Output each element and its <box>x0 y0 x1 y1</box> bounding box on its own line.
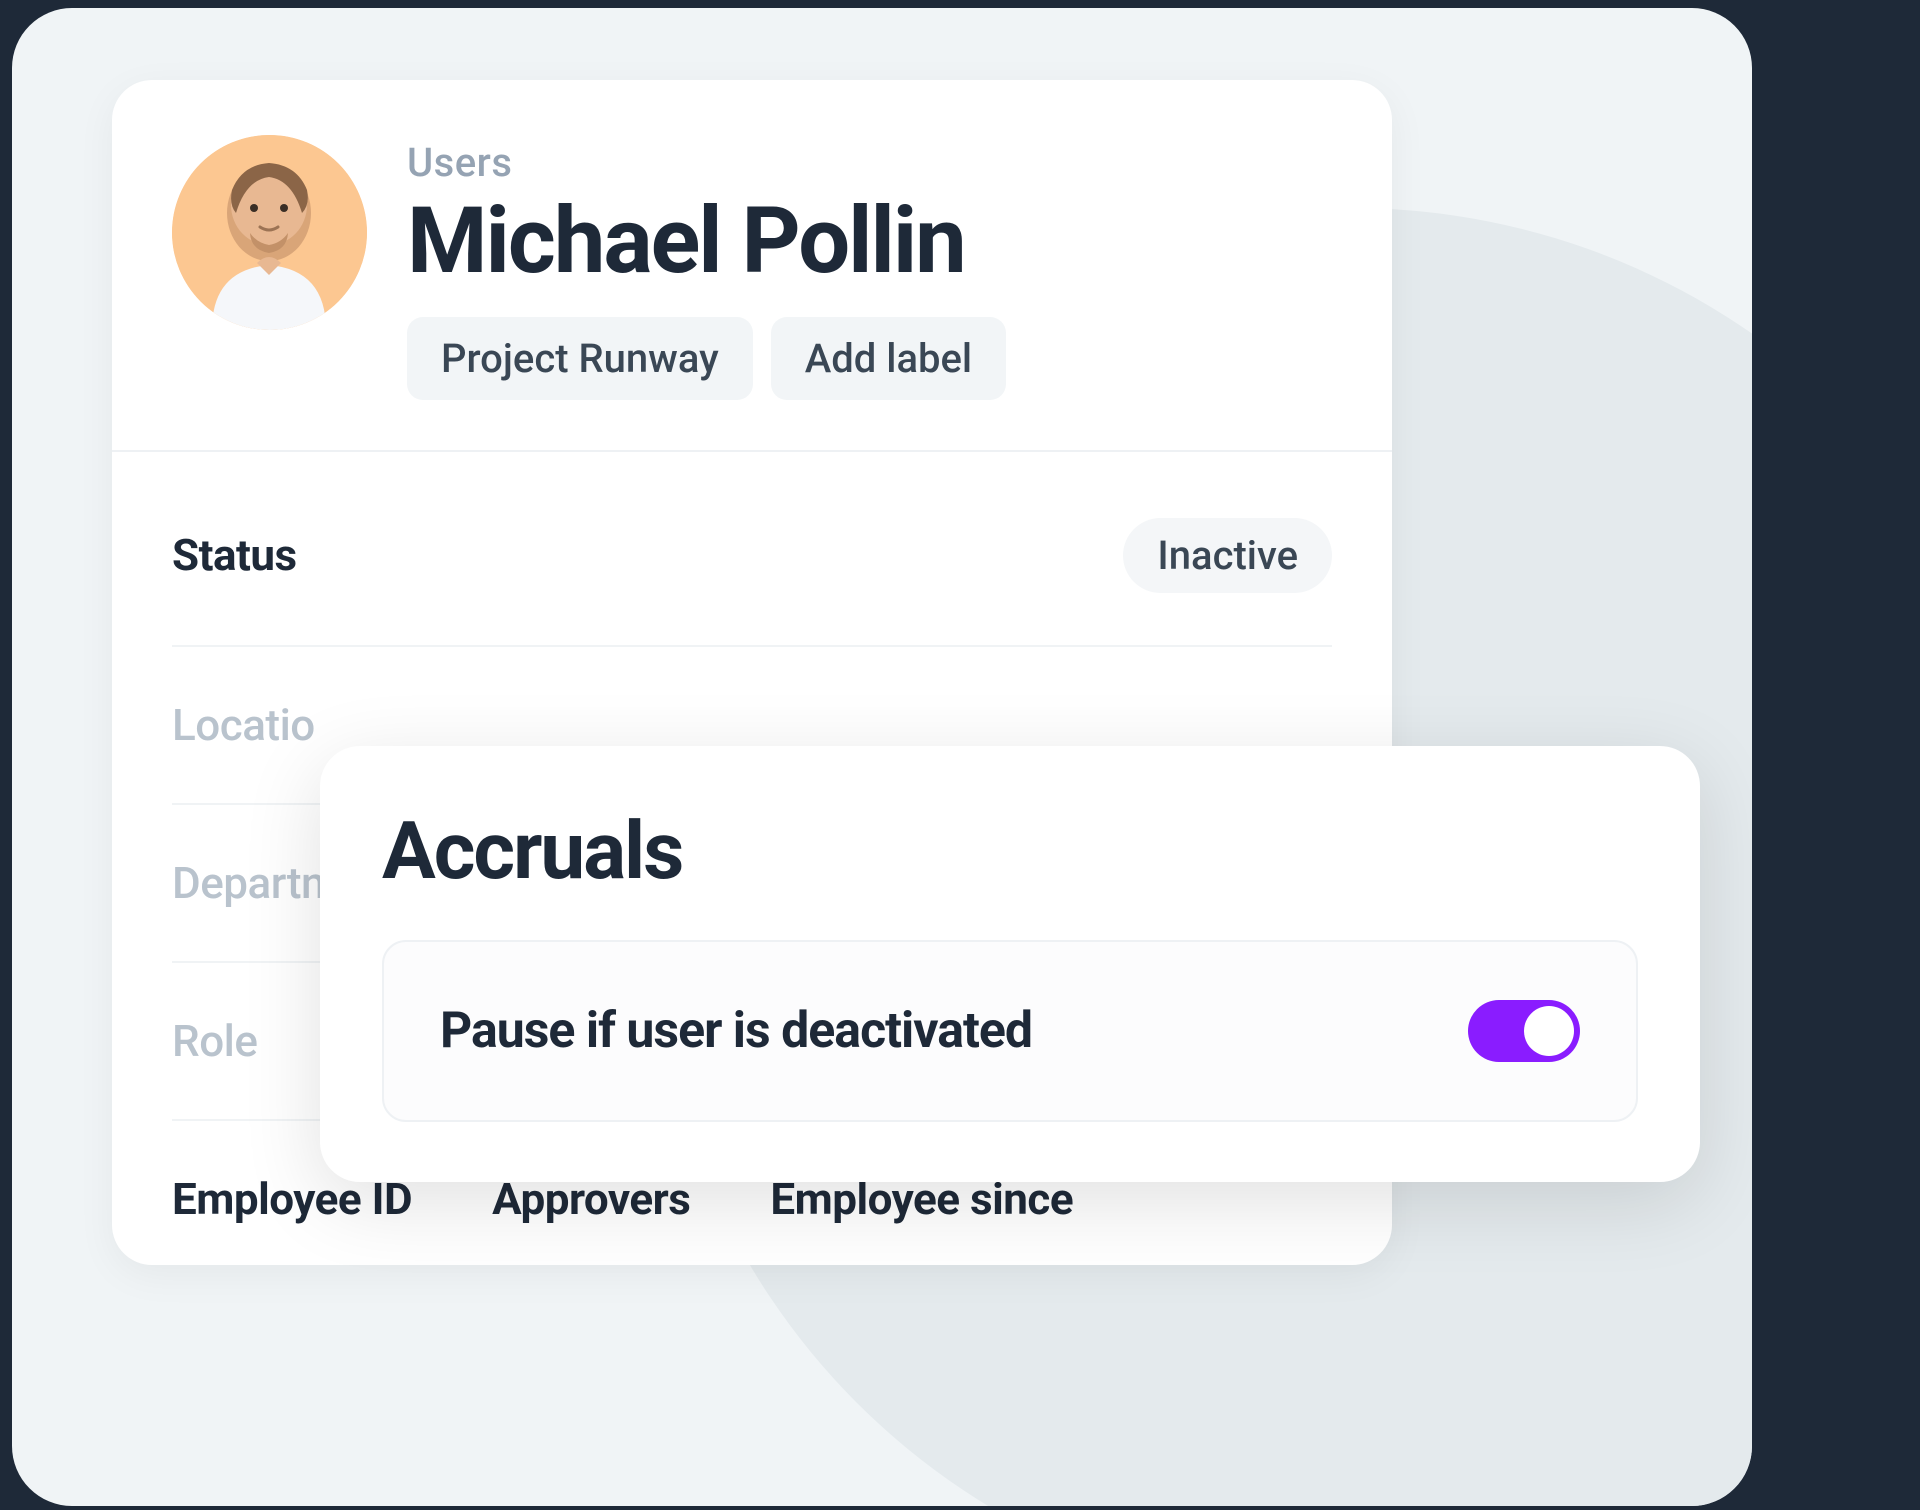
status-badge: Inactive <box>1123 518 1332 593</box>
accruals-card: Accruals Pause if user is deactivated <box>320 746 1700 1182</box>
department-label: Departn <box>172 857 325 909</box>
location-label: Locatio <box>172 699 315 751</box>
labels-row: Project Runway Add label <box>407 317 1332 400</box>
label-chip-project[interactable]: Project Runway <box>407 317 753 400</box>
outer-container: Users Michael Pollin Project Runway Add … <box>12 8 1752 1506</box>
user-header: Users Michael Pollin Project Runway Add … <box>112 80 1392 450</box>
accruals-title: Accruals <box>382 804 1638 898</box>
status-row: Status Inactive <box>172 500 1332 647</box>
pause-toggle[interactable] <box>1468 1000 1580 1062</box>
user-info-block: Users Michael Pollin Project Runway Add … <box>407 135 1332 400</box>
user-name-heading: Michael Pollin <box>407 194 1332 291</box>
accruals-option-row: Pause if user is deactivated <box>382 940 1638 1122</box>
avatar-image <box>172 135 367 330</box>
avatar[interactable] <box>172 135 367 330</box>
toggle-knob <box>1524 1006 1574 1056</box>
add-label-button[interactable]: Add label <box>771 317 1006 400</box>
role-label: Role <box>172 1015 257 1067</box>
pause-option-label: Pause if user is deactivated <box>440 1002 1032 1060</box>
breadcrumb[interactable]: Users <box>407 139 1332 186</box>
status-label: Status <box>172 529 297 581</box>
